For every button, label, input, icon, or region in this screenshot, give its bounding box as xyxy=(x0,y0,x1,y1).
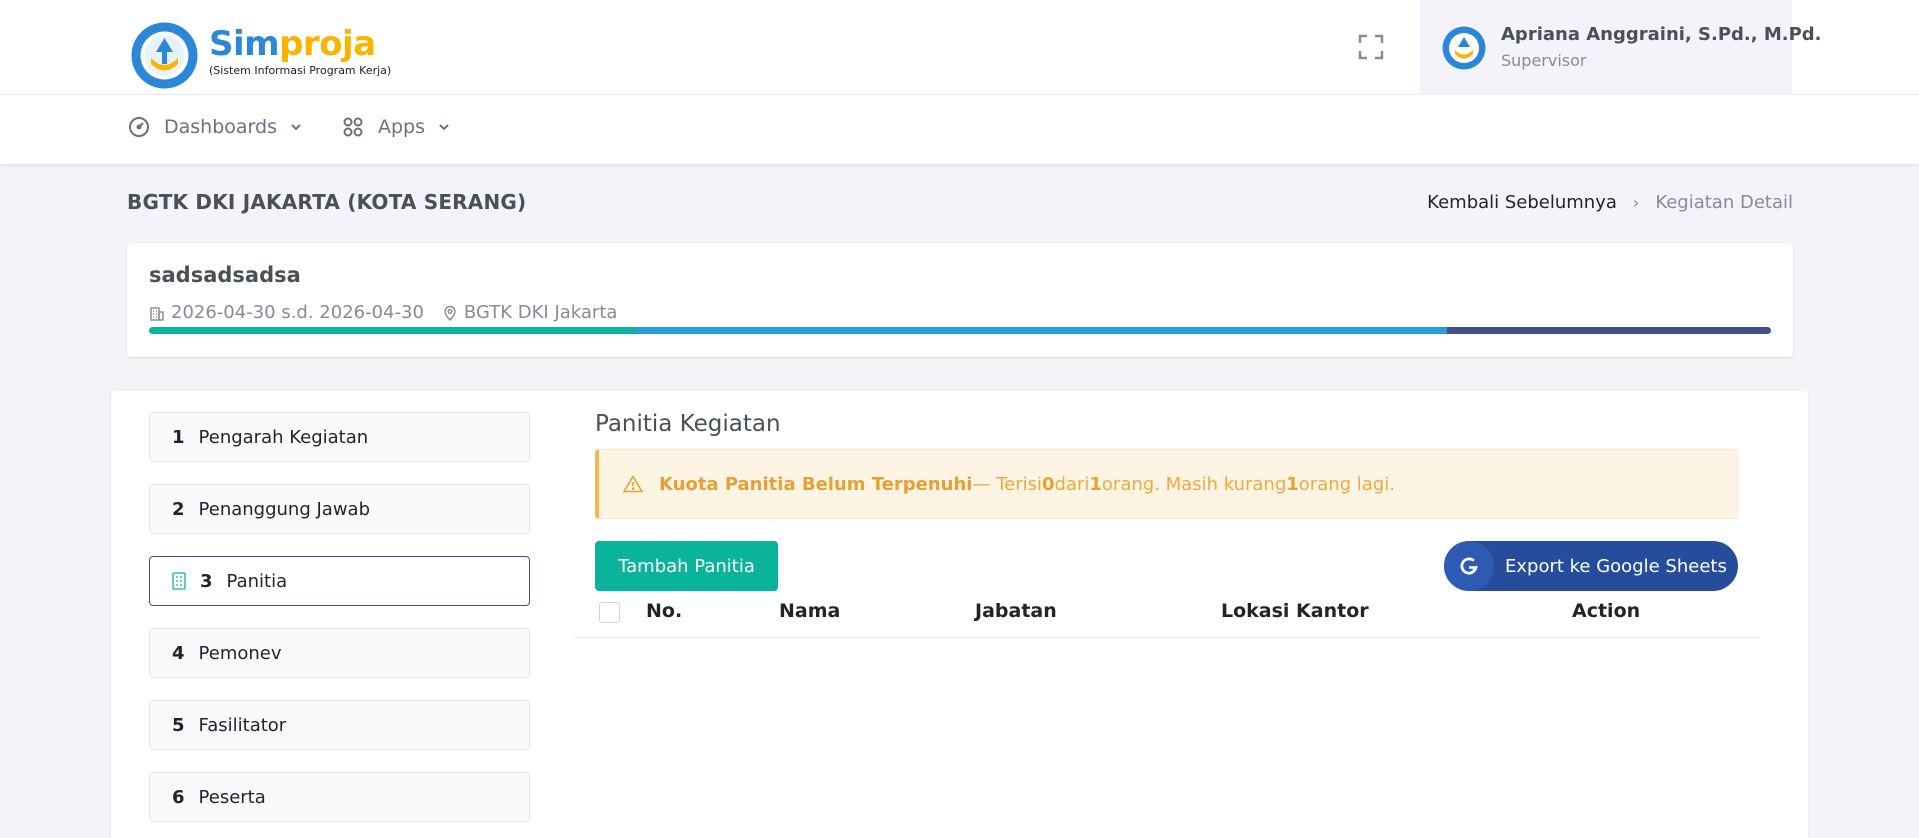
progress-segment xyxy=(1446,327,1771,334)
step-panitia[interactable]: 3 Panitia xyxy=(149,556,530,606)
export-label: Export ke Google Sheets xyxy=(1505,555,1727,577)
nav-dashboards[interactable]: Dashboards xyxy=(128,116,303,138)
select-all-checkbox[interactable] xyxy=(599,602,620,623)
column-header-lokasi-kantor[interactable]: Lokasi Kantor xyxy=(1221,600,1369,622)
breadcrumb: Kembali Sebelumnya › Kegiatan Detail xyxy=(1427,192,1793,213)
step-pemonev[interactable]: 4 Pemonev xyxy=(149,628,530,678)
step-label: Pemonev xyxy=(198,642,282,664)
column-header-action: Action xyxy=(1572,600,1641,622)
alert-title: Kuota Panitia Belum Terpenuhi xyxy=(659,473,973,495)
section-title: Panitia Kegiatan xyxy=(595,411,781,437)
google-icon xyxy=(1444,541,1494,591)
step-penanggung-jawab[interactable]: 2 Penanggung Jawab xyxy=(149,484,530,534)
step-label: Panitia xyxy=(226,570,288,592)
brand-name: Simproja xyxy=(209,24,376,64)
user-menu[interactable]: Apriana Anggraini, S.Pd., M.Pd. Supervis… xyxy=(1420,0,1822,95)
main-card: 1 Pengarah Kegiatan 2 Penanggung Jawab 3… xyxy=(111,391,1808,838)
event-progress-bar xyxy=(149,327,1771,334)
role-steps: 1 Pengarah Kegiatan 2 Penanggung Jawab 3… xyxy=(149,412,530,838)
column-header-jabatan[interactable]: Jabatan xyxy=(975,600,1057,622)
warning-triangle-icon xyxy=(623,475,643,493)
table-header: No. Nama Jabatan Lokasi Kantor Action xyxy=(575,591,1760,638)
quota-warning-alert: Kuota Panitia Belum Terpenuhi — Terisi 0… xyxy=(595,449,1738,519)
building-icon xyxy=(150,306,164,321)
step-fasilitator[interactable]: 5 Fasilitator xyxy=(149,700,530,750)
event-title: sadsadsadsa xyxy=(149,263,301,287)
nav-apps-label: Apps xyxy=(378,116,426,138)
step-pengarah-kegiatan[interactable]: 1 Pengarah Kegiatan xyxy=(149,412,530,462)
dashboard-gauge-icon xyxy=(129,117,149,137)
apps-grid-icon xyxy=(343,117,363,137)
tut-wuri-handayani-logo xyxy=(131,22,198,89)
brand[interactable]: Simproja (Sistem Informasi Program Kerja… xyxy=(209,24,391,77)
breadcrumb-separator-icon: › xyxy=(1632,193,1640,212)
step-label: Pengarah Kegiatan xyxy=(198,426,369,448)
event-location: BGTK DKI Jakarta xyxy=(463,302,618,323)
avatar xyxy=(1442,26,1486,70)
add-panitia-button[interactable]: Tambah Panitia xyxy=(595,541,778,591)
event-meta: 2026-04-30 s.d. 2026-04-30 BGTK DKI Jaka… xyxy=(149,302,617,323)
nav-dashboards-label: Dashboards xyxy=(164,116,277,138)
event-summary-card: sadsadsadsa 2026-04-30 s.d. 2026-04-30 B… xyxy=(127,243,1793,357)
column-header-nama[interactable]: Nama xyxy=(779,600,840,622)
alert-quota-count: 1 xyxy=(1089,473,1102,495)
nav-apps[interactable]: Apps xyxy=(342,116,451,138)
export-google-sheets-button[interactable]: Export ke Google Sheets xyxy=(1444,541,1738,591)
main-navbar: Dashboards Apps xyxy=(0,95,1919,164)
user-name: Apriana Anggraini, S.Pd., M.Pd. xyxy=(1501,24,1822,45)
map-pin-icon xyxy=(444,305,456,321)
progress-segment xyxy=(635,327,1447,334)
step-label: Peserta xyxy=(198,786,266,808)
top-header: Simproja (Sistem Informasi Program Kerja… xyxy=(0,0,1919,95)
event-dates: 2026-04-30 s.d. 2026-04-30 xyxy=(171,302,424,323)
fullscreen-icon[interactable] xyxy=(1358,34,1384,60)
step-label: Penanggung Jawab xyxy=(198,498,370,520)
brand-subtitle: (Sistem Informasi Program Kerja) xyxy=(209,64,392,77)
breadcrumb-current: Kegiatan Detail xyxy=(1655,192,1793,213)
step-label: Fasilitator xyxy=(198,714,287,736)
chevron-down-icon xyxy=(439,124,449,131)
breadcrumb-back-link[interactable]: Kembali Sebelumnya xyxy=(1427,192,1617,213)
step-peserta[interactable]: 6 Peserta xyxy=(149,772,530,822)
alert-filled-count: 0 xyxy=(1042,473,1055,495)
progress-segment xyxy=(149,327,636,334)
page-title: BGTK DKI JAKARTA (KOTA SERANG) xyxy=(127,190,527,214)
user-role: Supervisor xyxy=(1501,51,1587,70)
chevron-down-icon xyxy=(291,124,301,131)
clipboard-list-icon xyxy=(172,572,186,590)
alert-missing-count: 1 xyxy=(1286,473,1299,495)
column-header-no[interactable]: No. xyxy=(646,600,682,622)
